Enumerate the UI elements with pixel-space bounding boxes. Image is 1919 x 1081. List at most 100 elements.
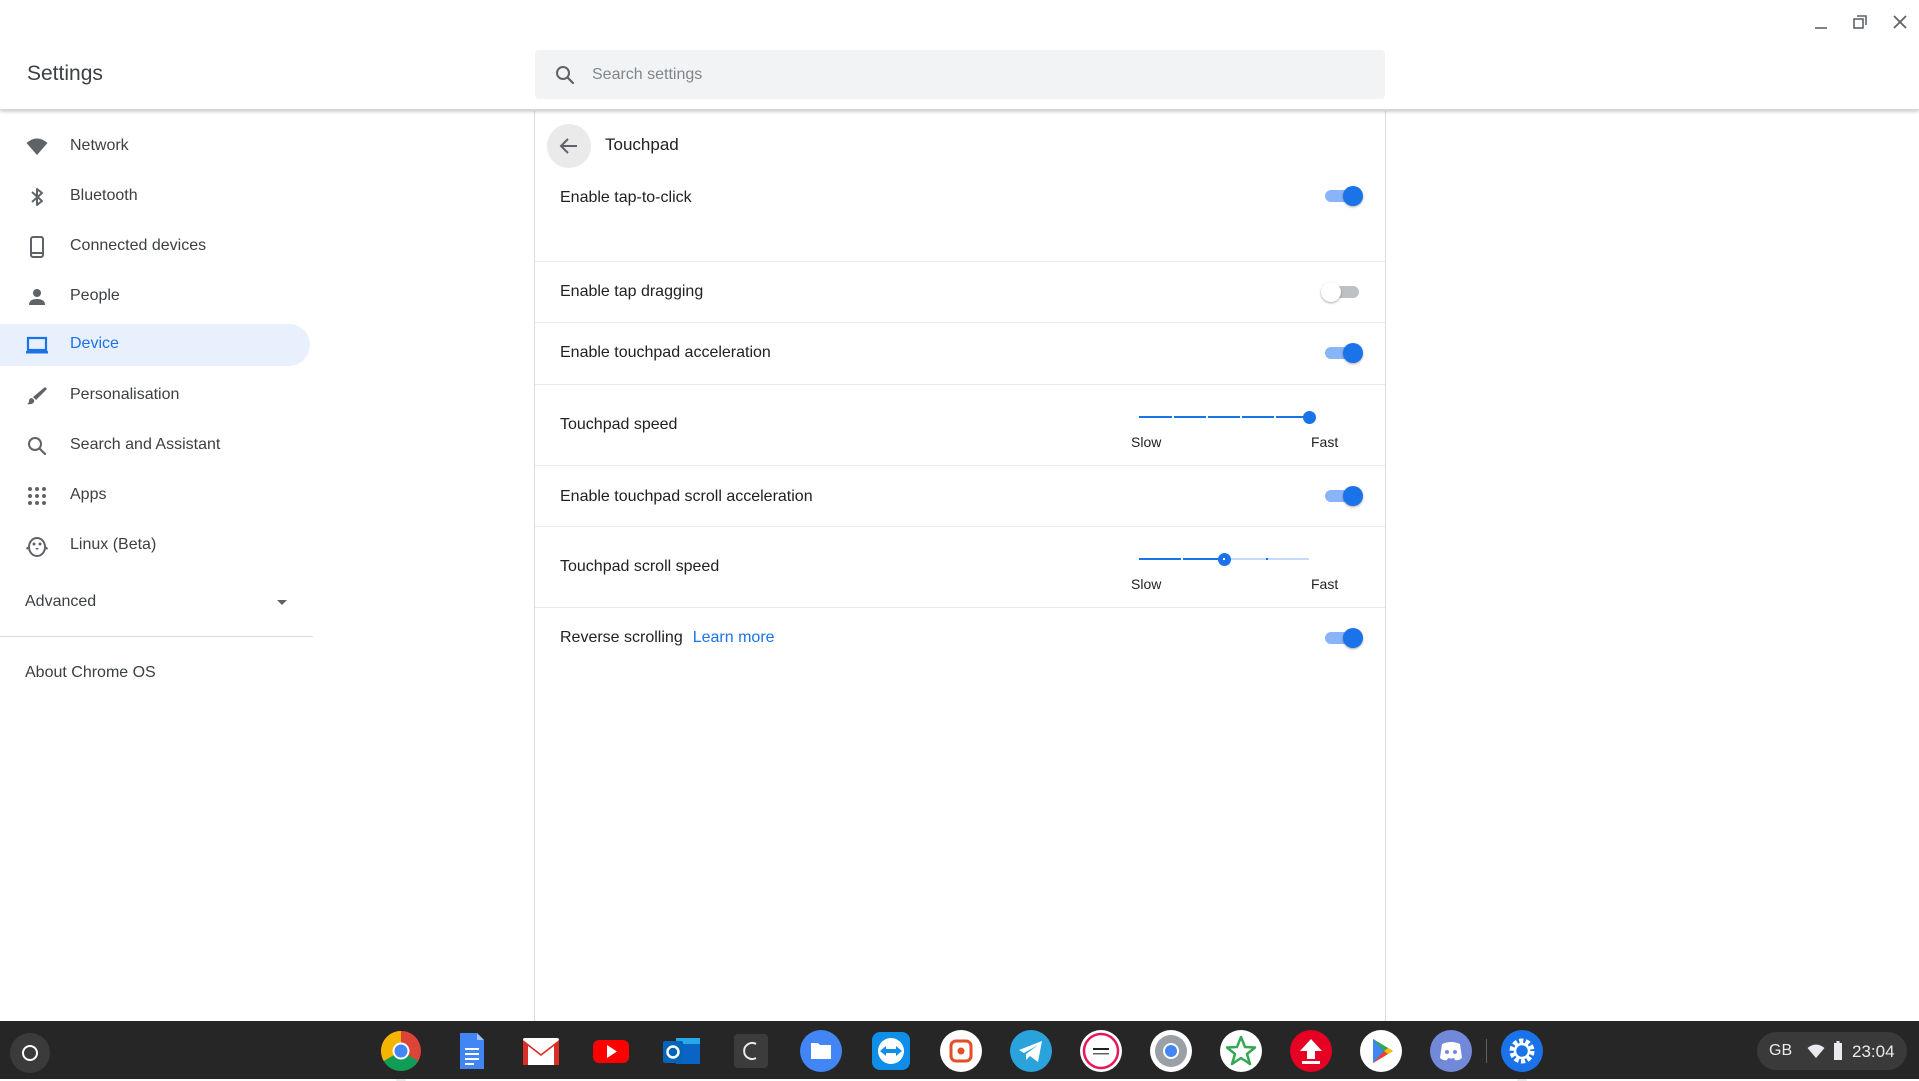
shelf: GB 23:04 [0,1021,1919,1081]
slider-min-label: Slow [1131,434,1162,450]
slider-track-fill [1139,416,1309,418]
play-store-app-icon[interactable] [1360,1030,1402,1072]
close-icon[interactable] [1887,9,1913,35]
star-app-icon[interactable] [1220,1030,1262,1072]
youtube-app-icon[interactable] [590,1030,632,1072]
tap-to-click-toggle[interactable] [1321,181,1365,211]
upload-icon [1290,1030,1332,1072]
advanced-section-toggle[interactable]: Advanced [0,581,310,623]
sidebar-item-network[interactable]: Network [0,126,310,168]
sidebar-item-label: Search and Assistant [70,436,221,453]
toggle-knob [1343,186,1363,206]
chrome-app-icon[interactable] [380,1030,422,1081]
discord-app-icon[interactable] [1430,1030,1472,1072]
slider-min-label: Slow [1131,576,1162,592]
sidebar-item-apps[interactable]: Apps [0,475,310,517]
pixlr-app-icon[interactable] [940,1030,982,1072]
touchpad-acceleration-toggle[interactable] [1321,338,1365,368]
setting-label: Touchpad speed [560,416,678,433]
slider-max-label: Fast [1311,434,1339,450]
about-chrome-os-link[interactable]: About Chrome OS [25,664,156,682]
gear-icon [1501,1030,1543,1072]
apps-grid-icon [28,487,46,505]
slider-tick [1180,558,1183,560]
play-store-icon [1360,1030,1402,1072]
crostini-terminal-app-icon[interactable] [730,1030,772,1072]
touchpad-speed-slider[interactable] [1129,405,1345,429]
outlook-icon [663,1038,700,1064]
sidebar-item-label: Linux (Beta) [70,536,157,553]
slider-thumb[interactable] [1302,411,1316,424]
pixlr-icon [940,1030,982,1072]
google-docs-app-icon[interactable] [450,1030,492,1072]
sidebar-item-search-assistant[interactable]: Search and Assistant [0,425,310,467]
youtube-icon [593,1040,629,1063]
sidebar-item-label: Bluetooth [70,187,138,204]
chromium-app-icon[interactable] [1150,1030,1192,1072]
shelf-divider [1486,1039,1487,1063]
toggle-knob [1343,628,1363,648]
mds-checker-icon [1080,1030,1122,1072]
sidebar-item-linux[interactable]: Linux (Beta) [0,525,310,567]
brush-icon [27,387,47,405]
setting-row-touchpad-speed: Touchpad speed Slow Fast [535,384,1385,465]
settings-app-icon[interactable] [1501,1030,1543,1081]
mds-checker-app-icon[interactable] [1080,1030,1122,1072]
setting-row-scroll-speed: Touchpad scroll speed Slow Fast [535,526,1385,607]
setting-label: Enable touchpad acceleration [560,344,771,361]
scroll-acceleration-toggle[interactable] [1321,481,1365,511]
files-app-icon[interactable] [800,1030,842,1072]
discord-icon [1430,1030,1472,1072]
search-icon [556,66,575,85]
sidebar-item-label: Apps [70,486,107,503]
terminal-icon [734,1034,768,1068]
tap-dragging-toggle[interactable] [1321,277,1365,307]
minimize-icon[interactable] [1808,9,1834,35]
teamviewer-app-icon[interactable] [870,1030,912,1072]
search-box[interactable] [535,50,1385,99]
search-icon [28,437,47,456]
system-tray[interactable]: GB 23:04 [1757,1032,1907,1070]
setting-row-tap-to-click: Enable tap-to-click [535,166,1385,227]
wifi-status-icon [1807,1044,1825,1058]
setting-row-scroll-acceleration: Enable touchpad scroll acceleration [535,465,1385,526]
laptop-icon [26,336,48,354]
battery-icon [1834,1041,1842,1060]
telegram-app-icon[interactable] [1010,1030,1052,1072]
uploader-app-icon[interactable] [1290,1030,1332,1072]
setting-row-reverse-scrolling: Reverse scrolling Learn more [535,607,1385,669]
bluetooth-icon [31,188,43,206]
gmail-app-icon[interactable] [520,1030,562,1072]
sidebar-item-device[interactable]: Device [0,324,310,366]
clock: 23:04 [1852,1042,1895,1061]
sidebar-item-bluetooth[interactable]: Bluetooth [0,176,310,218]
sidebar-item-label: Network [70,137,129,154]
scroll-speed-slider[interactable] [1129,547,1345,571]
files-icon [800,1030,842,1072]
star-icon [1220,1030,1262,1072]
maximize-icon[interactable] [1847,9,1873,35]
learn-more-link[interactable]: Learn more [693,629,775,646]
sidebar: Network Bluetooth Connected devices Peop… [0,111,315,1021]
sidebar-item-connected-devices[interactable]: Connected devices [0,226,310,268]
slider-tick [1265,558,1268,560]
sidebar-item-personalisation[interactable]: Personalisation [0,375,310,417]
phone-icon [30,236,44,258]
reverse-scrolling-toggle[interactable] [1321,623,1365,653]
outlook-app-icon[interactable] [660,1030,702,1072]
page-title: Touchpad [605,135,679,154]
slider-tick [1274,416,1276,418]
search-input[interactable] [592,50,1362,99]
sidebar-item-people[interactable]: People [0,276,310,318]
launcher-button[interactable] [10,1033,50,1073]
setting-row-touchpad-acceleration: Enable touchpad acceleration [535,322,1385,384]
setting-label: Enable tap-to-click [560,189,692,206]
person-icon [29,289,45,305]
app-title: Settings [27,62,103,85]
sidebar-item-label: Personalisation [70,386,180,403]
advanced-label: Advanced [25,593,97,610]
chrome-icon [381,1031,421,1071]
slider-tick [1172,416,1174,418]
back-button[interactable] [547,124,591,168]
setting-label: Enable touchpad scroll acceleration [560,488,813,505]
